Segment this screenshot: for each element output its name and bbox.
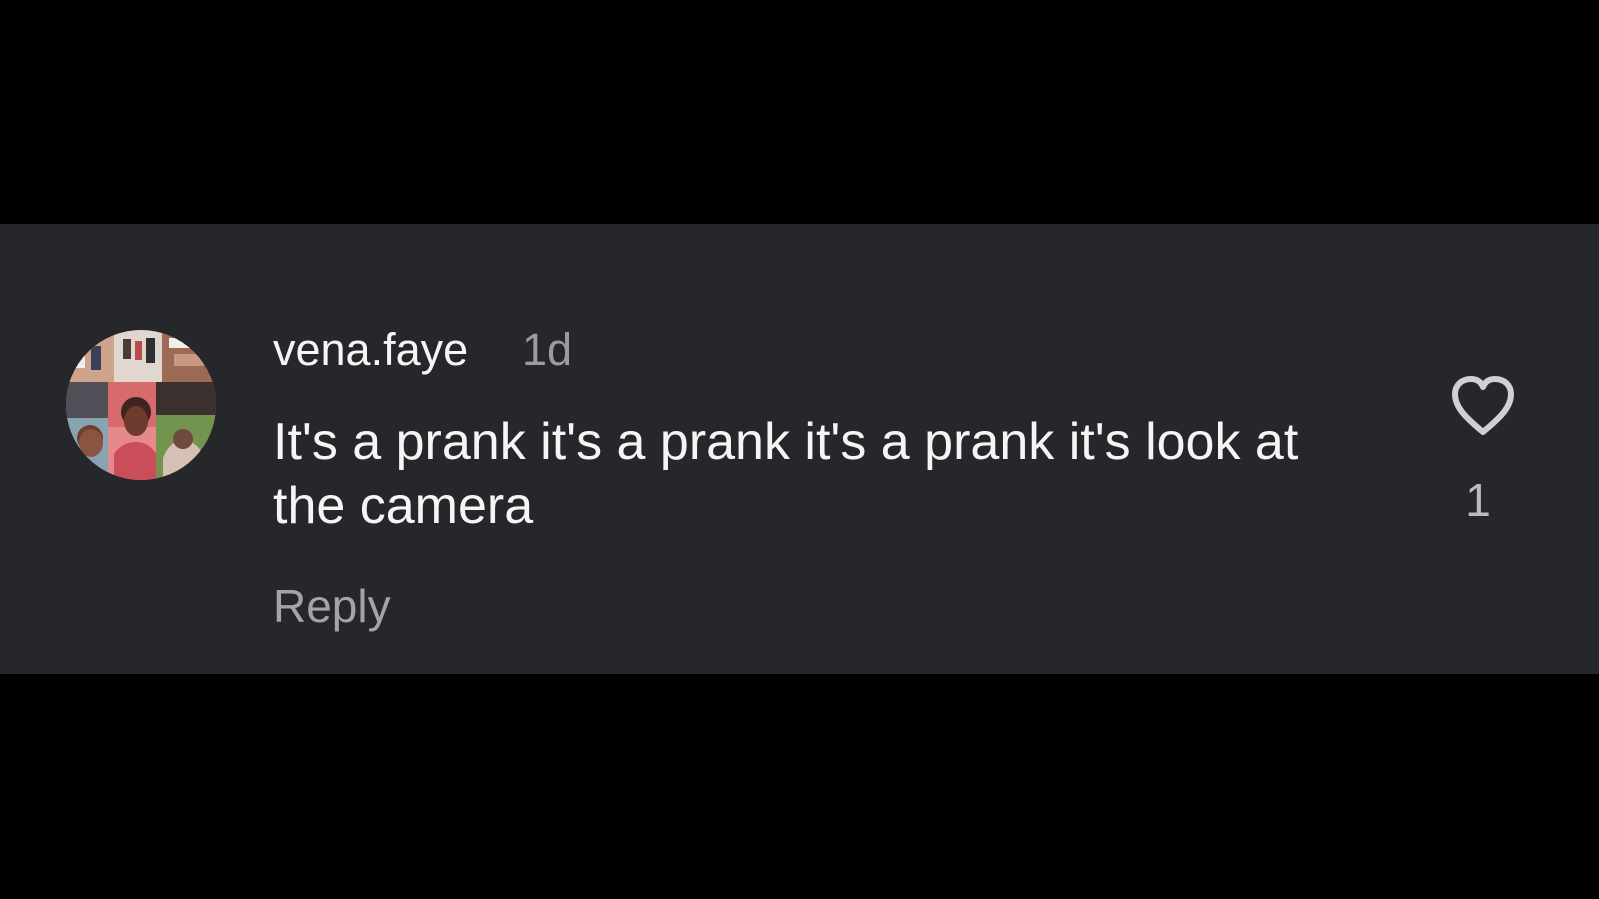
avatar[interactable] xyxy=(66,330,216,480)
reply-button[interactable]: Reply xyxy=(273,578,391,634)
like-button[interactable] xyxy=(1448,374,1518,438)
comment-panel: p y xyxy=(0,224,1599,674)
heart-outline-icon xyxy=(1452,376,1514,435)
comment-username[interactable]: vena.faye xyxy=(273,324,468,376)
avatar-photo-collage xyxy=(66,330,216,480)
comment-timestamp: 1d xyxy=(522,324,573,375)
like-count: 1 xyxy=(1465,474,1491,526)
screen: p y xyxy=(0,0,1599,899)
comment-body: It's a prank it's a prank it's a prank i… xyxy=(273,413,1299,535)
